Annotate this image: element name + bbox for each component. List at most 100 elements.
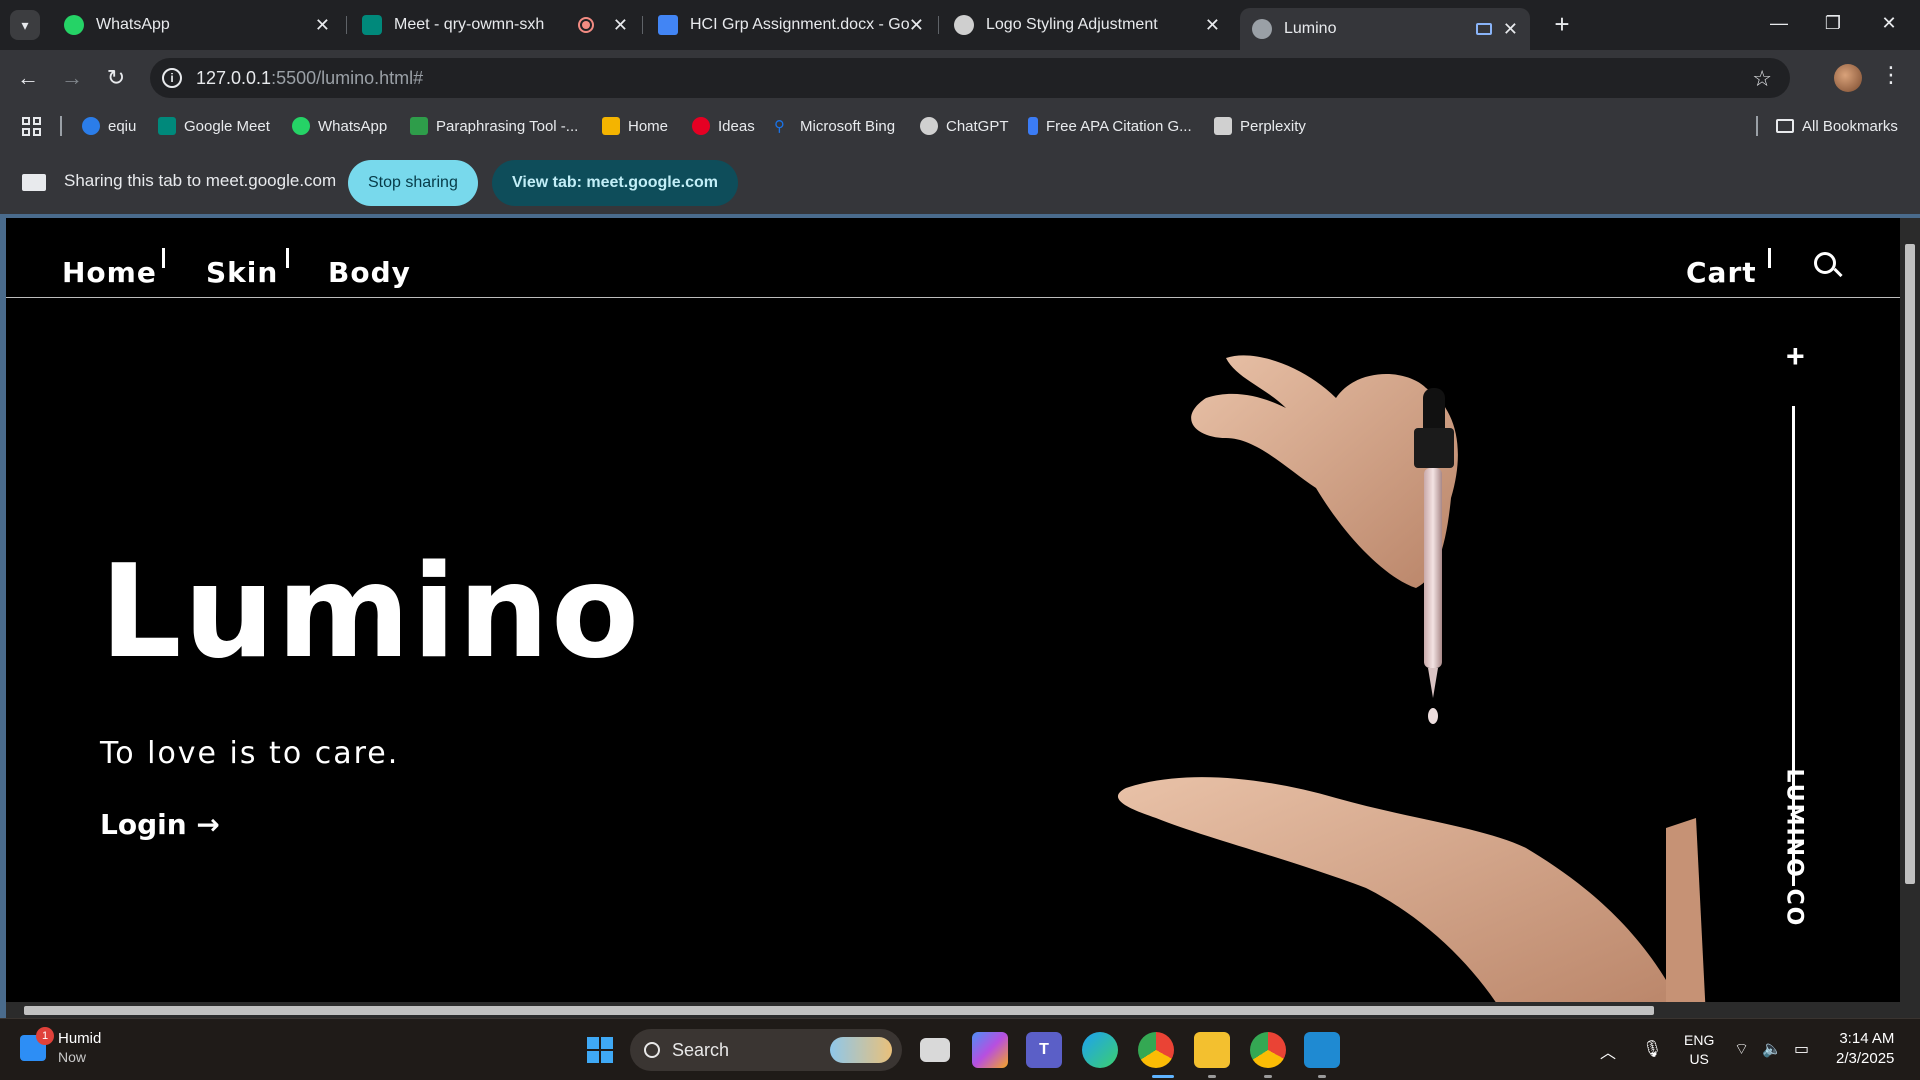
reload-button[interactable]: ↻ — [100, 62, 132, 94]
edge-icon[interactable] — [1082, 1032, 1118, 1068]
chrome-icon[interactable] — [1138, 1032, 1174, 1068]
hero-hands-image — [1117, 355, 1706, 1018]
tab-lumino[interactable]: Lumino ✕ — [1240, 8, 1530, 50]
chatgpt-icon — [920, 117, 938, 135]
site-info-icon[interactable]: i — [162, 68, 182, 88]
tab-title: Logo Styling Adjustment — [986, 16, 1158, 33]
bing-icon: ⚲ — [774, 118, 785, 135]
screen-share-icon — [1476, 23, 1492, 35]
stop-sharing-button[interactable]: Stop sharing — [348, 160, 478, 206]
bookmark-item[interactable]: Google Meet — [158, 114, 270, 138]
bookmark-item[interactable]: ChatGPT — [920, 114, 1009, 138]
minimize-button[interactable]: — — [1756, 6, 1802, 40]
plus-button[interactable]: + — [1786, 338, 1805, 375]
bookmark-item[interactable]: ⚲ Microsoft Bing — [774, 114, 895, 138]
tab-chatgpt[interactable]: Logo Styling Adjustment ✕ — [942, 8, 1232, 42]
chrome-profile-icon[interactable] — [1250, 1032, 1286, 1068]
close-icon[interactable]: ✕ — [315, 15, 330, 36]
forward-button[interactable]: → — [56, 62, 88, 94]
clock-date: 2/3/2025 — [1836, 1050, 1895, 1067]
tab-whatsapp[interactable]: WhatsApp ✕ — [52, 8, 342, 42]
close-icon[interactable]: ✕ — [613, 15, 628, 36]
bookmark-label: Perplexity — [1240, 117, 1306, 135]
teams-icon[interactable]: T — [1026, 1032, 1062, 1068]
chevron-down-icon: ▾ — [21, 16, 29, 33]
tab-meet[interactable]: Meet - qry-owmn-sxh ✕ — [350, 8, 640, 42]
close-icon[interactable]: ✕ — [1205, 15, 1220, 36]
pinterest-icon — [692, 117, 710, 135]
nav-skin-link[interactable]: Skin — [206, 256, 278, 289]
bookmark-ribbon-icon — [1028, 117, 1038, 135]
bookmark-star-icon[interactable]: ☆ — [1752, 66, 1772, 92]
microphone-icon[interactable]: 🎙 — [1642, 1039, 1662, 1059]
nav-body-link[interactable]: Body — [328, 256, 411, 289]
google-meet-icon — [362, 15, 382, 35]
search-icon[interactable] — [1814, 252, 1836, 274]
weather-subtitle: Now — [58, 1049, 87, 1065]
paraphrase-icon — [410, 117, 428, 135]
all-bookmarks-button[interactable]: All Bookmarks — [1776, 114, 1898, 138]
restore-button[interactable]: ❐ — [1810, 6, 1856, 40]
vscode-icon[interactable] — [1304, 1032, 1340, 1068]
search-icon — [644, 1042, 660, 1058]
language-code: ENG — [1684, 1032, 1715, 1048]
copilot-icon[interactable] — [972, 1032, 1008, 1068]
notification-badge: 1 — [36, 1027, 54, 1045]
hero-title: Lumino — [100, 538, 641, 687]
bookmark-label: Free APA Citation G... — [1046, 117, 1192, 135]
bookmark-item[interactable]: WhatsApp — [292, 114, 387, 138]
close-window-button[interactable]: ✕ — [1866, 6, 1912, 40]
horizontal-scrollbar[interactable] — [6, 1002, 1900, 1018]
view-tab-button[interactable]: View tab: meet.google.com — [492, 160, 738, 206]
start-button[interactable] — [582, 1032, 618, 1068]
running-app-indicator — [1264, 1075, 1272, 1078]
arrow-left-icon: ← — [17, 65, 39, 90]
bookmark-item[interactable]: Home — [602, 114, 668, 138]
language-indicator[interactable]: ENG US — [1684, 1031, 1714, 1069]
bookmark-item[interactable]: Ideas — [692, 114, 755, 138]
back-button[interactable]: ← — [12, 62, 44, 94]
login-link[interactable]: Login → — [100, 808, 220, 841]
bookmark-label: Ideas — [718, 117, 755, 135]
url-text[interactable]: 127.0.0.1:5500/lumino.html# — [196, 68, 423, 89]
system-clock[interactable]: 3:14 AM 2/3/2025 — [1836, 1029, 1894, 1069]
wifi-icon[interactable]: ⌔ — [1734, 1039, 1749, 1059]
file-explorer-icon[interactable] — [1194, 1032, 1230, 1068]
bookmark-item[interactable]: Perplexity — [1214, 114, 1306, 138]
bookmark-item[interactable]: Free APA Citation G... — [1028, 114, 1192, 138]
bookmark-label: Microsoft Bing — [800, 117, 896, 135]
apps-grid-icon[interactable] — [22, 114, 41, 138]
weather-widget[interactable]: 1 Humid Now — [20, 1027, 101, 1067]
tab-title: WhatsApp — [96, 16, 170, 33]
bookmark-item[interactable]: eqiu — [82, 114, 136, 138]
bookmark-label: Paraphrasing Tool -... — [436, 117, 579, 135]
tab-divider — [938, 16, 939, 34]
address-bar[interactable]: i 127.0.0.1:5500/lumino.html# ☆ — [150, 58, 1790, 98]
vertical-scrollbar[interactable] — [1900, 218, 1920, 1018]
nav-home-link[interactable]: Home — [62, 256, 157, 289]
new-tab-button[interactable]: + — [1546, 8, 1578, 40]
tab-divider — [346, 16, 347, 34]
task-view-icon[interactable] — [920, 1038, 950, 1062]
close-icon[interactable]: ✕ — [909, 15, 924, 36]
battery-icon[interactable]: ▭ — [1794, 1039, 1809, 1059]
scrollbar-thumb[interactable] — [24, 1006, 1654, 1015]
menu-kebab-icon[interactable]: ⋮ — [1880, 62, 1902, 88]
volume-icon[interactable]: 🔈 — [1762, 1039, 1782, 1059]
tab-search-button[interactable]: ▾ — [10, 10, 40, 40]
hero-tagline: To love is to care. — [100, 736, 400, 771]
perplexity-icon — [1214, 117, 1232, 135]
nav-cart-link[interactable]: Cart — [1686, 256, 1757, 289]
chevron-up-icon[interactable]: ︿ — [1600, 1039, 1616, 1063]
windows-taskbar: 1 Humid Now Search T ︿ 🎙 ENG US ⌔ 🔈 ▭ 3:14… — [0, 1018, 1920, 1080]
close-icon[interactable]: ✕ — [1503, 19, 1518, 40]
side-logo-text: LUMINO CO — [1781, 768, 1807, 928]
taskbar-search[interactable]: Search — [630, 1029, 902, 1071]
bookmark-label: ChatGPT — [946, 117, 1009, 135]
clock-time: 3:14 AM — [1839, 1030, 1895, 1047]
bookmark-item[interactable]: Paraphrasing Tool -... — [410, 114, 578, 138]
profile-avatar[interactable] — [1834, 64, 1862, 92]
running-app-indicator — [1318, 1075, 1326, 1078]
scrollbar-thumb[interactable] — [1905, 244, 1915, 884]
tab-docs[interactable]: HCI Grp Assignment.docx - Goo ✕ — [646, 8, 936, 42]
